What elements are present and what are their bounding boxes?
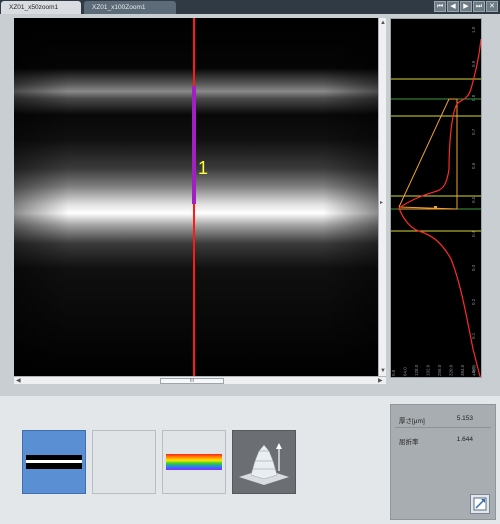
profile-x-tick: 384.0 xyxy=(460,364,465,376)
profile-y-tick: 0.7 xyxy=(471,128,476,135)
profile-y-tick: 0.8 xyxy=(471,94,476,101)
scroll-thumb-icon[interactable]: ▸ xyxy=(380,200,383,206)
3d-surface-icon xyxy=(239,443,289,485)
horizontal-scrollbar[interactable]: ◀ III ▶ xyxy=(14,376,386,384)
marker-label: 1 xyxy=(198,158,209,178)
vertical-scrollbar[interactable]: ▲ ▸ ▼ xyxy=(378,18,386,376)
profile-y-tick: 0.3 xyxy=(471,264,476,271)
intensity-image xyxy=(14,18,378,376)
prev-icon[interactable]: ◀ xyxy=(447,1,459,12)
profile-plot: 1.00.90.80.70.60.50.40.30.20.10.0 0.0 64.… xyxy=(391,26,481,377)
profile-x-tick: 0.0 xyxy=(391,369,396,376)
spectrum-tool-button[interactable] xyxy=(162,430,226,494)
refractive-index-value: 1.644 xyxy=(456,436,473,443)
scroll-down-icon[interactable]: ▼ xyxy=(380,368,386,374)
refractive-index-label: 屈折率 xyxy=(399,439,419,446)
last-icon[interactable]: ⏭ xyxy=(473,1,485,12)
scroll-up-icon[interactable]: ▲ xyxy=(380,20,386,26)
tab-xz01-x50zoom1[interactable]: XZ01_x50zoom1 xyxy=(1,1,81,14)
profile-y-tick: 0.2 xyxy=(471,298,476,305)
horizontal-scroll-thumb[interactable]: III xyxy=(160,378,224,384)
profile-x-tick: 64.0 xyxy=(403,367,408,376)
divider xyxy=(395,427,491,428)
profile-x-tick: 192.0 xyxy=(426,364,431,376)
profile-x-tick: 320.0 xyxy=(449,364,454,376)
thickness-value: 5.153 xyxy=(456,415,473,422)
layer-stripes-icon xyxy=(26,455,82,469)
profile-y-tick: 1.0 xyxy=(471,26,476,33)
tab-xz01-x100zoom1[interactable]: XZ01_x100Zoom1 xyxy=(84,1,176,14)
thickness-label: 厚さ[μm] xyxy=(399,418,425,425)
profile-y-tick: 0.1 xyxy=(471,332,476,339)
layer-view-tool-button[interactable] xyxy=(22,430,86,494)
microscope-image-view[interactable]: 1 xyxy=(14,18,378,376)
scroll-right-icon[interactable]: ▶ xyxy=(378,378,383,384)
3d-view-tool-button[interactable] xyxy=(232,430,296,494)
profile-y-tick: 0.9 xyxy=(471,60,476,67)
profile-x-tick: 448.0 xyxy=(472,364,477,376)
measurement-dot xyxy=(434,206,437,208)
tab-bar: XZ01_x50zoom1 XZ01_x100Zoom1 ⏮ ◀ ▶ ⏭ ✕ xyxy=(0,0,500,14)
profile-y-tick: 0.6 xyxy=(471,162,476,169)
profile-y-tick: 0.5 xyxy=(471,196,476,203)
next-icon[interactable]: ▶ xyxy=(460,1,472,12)
intensity-profile-panel[interactable]: 1.0 0.9 0.8 0.7 0.6 0.5 0.4 0.3 0.2 0.1 0.0 0.0 64.… xyxy=(390,18,482,378)
scroll-left-icon[interactable]: ◀ xyxy=(16,378,21,384)
rainbow-gradient-icon xyxy=(166,454,222,470)
profile-x-tick: 128.0 xyxy=(414,364,419,376)
profile-x-tick: 256.0 xyxy=(437,364,442,376)
blank-icon xyxy=(93,431,155,493)
close-icon[interactable]: ✕ xyxy=(486,1,498,12)
blank-tool-button[interactable] xyxy=(92,430,156,494)
export-icon[interactable] xyxy=(470,494,490,514)
first-icon[interactable]: ⏮ xyxy=(434,1,446,12)
